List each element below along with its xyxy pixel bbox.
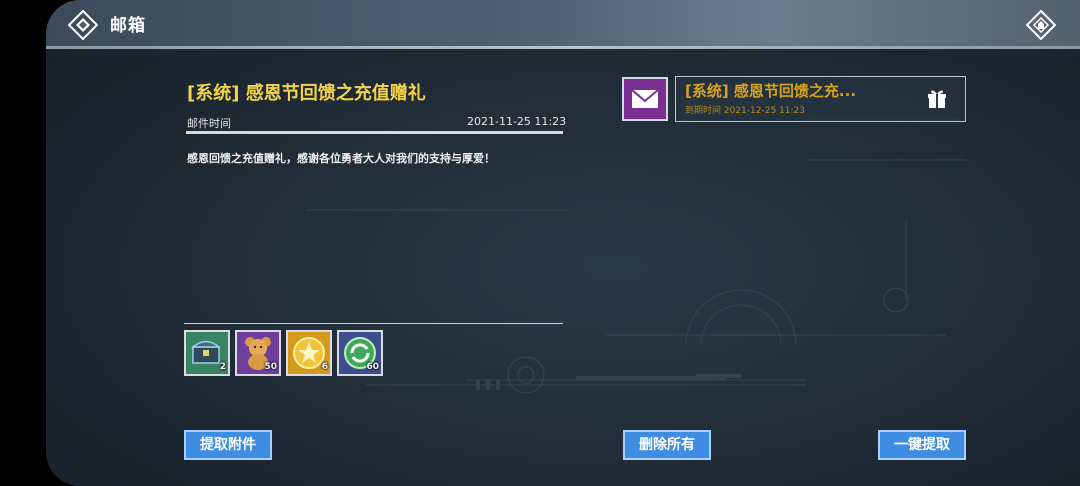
attachment-count: 50 [264, 362, 277, 372]
home-diamond-icon[interactable] [1025, 9, 1057, 41]
attachment-treasure-chest[interactable]: 2 [184, 330, 230, 376]
attachments-divider [184, 323, 563, 324]
claim-all-button[interactable]: 一键提取 [878, 430, 966, 460]
mail-item-title: [系统] 感恩节回馈之充... [685, 82, 857, 100]
envelope-icon[interactable] [622, 77, 668, 121]
mail-item-expire: 到期时间 2021-12-25 11:23 [685, 106, 805, 116]
mail-title: [系统] 感恩节回馈之充值赠礼 [187, 83, 426, 104]
background-decoration [306, 119, 966, 394]
claim-attachments-button[interactable]: 提取附件 [184, 430, 272, 460]
attachment-count: 6 [321, 362, 328, 372]
header-bar [46, 0, 1080, 46]
page-title: 邮箱 [110, 16, 146, 36]
back-diamond-icon[interactable] [67, 9, 99, 41]
mail-time-value: 2021-11-25 11:23 [467, 115, 567, 128]
attachment-count: 2 [219, 362, 226, 372]
mail-list-item[interactable]: [系统] 感恩节回馈之充... 到期时间 2021-12-25 11:23 [675, 76, 966, 122]
header-divider [46, 46, 1080, 49]
attachment-count: 60 [366, 362, 379, 372]
gift-icon [928, 90, 946, 108]
mail-header-divider [186, 131, 563, 134]
attachment-bear-doll[interactable]: 50 [235, 330, 281, 376]
attachment-refresh-orb[interactable]: 60 [337, 330, 383, 376]
attachment-gold-medal[interactable]: 6 [286, 330, 332, 376]
mailbox-screen: 邮箱 [系统] 感恩节回馈之充值赠礼 邮件时间 2021-11-25 11:23… [46, 0, 1080, 486]
mail-time-label: 邮件时间 [187, 117, 231, 130]
mail-body: 感恩回馈之充值赠礼，感谢各位勇者大人对我们的支持与厚爱！ [187, 152, 495, 165]
delete-all-button[interactable]: 删除所有 [623, 430, 711, 460]
